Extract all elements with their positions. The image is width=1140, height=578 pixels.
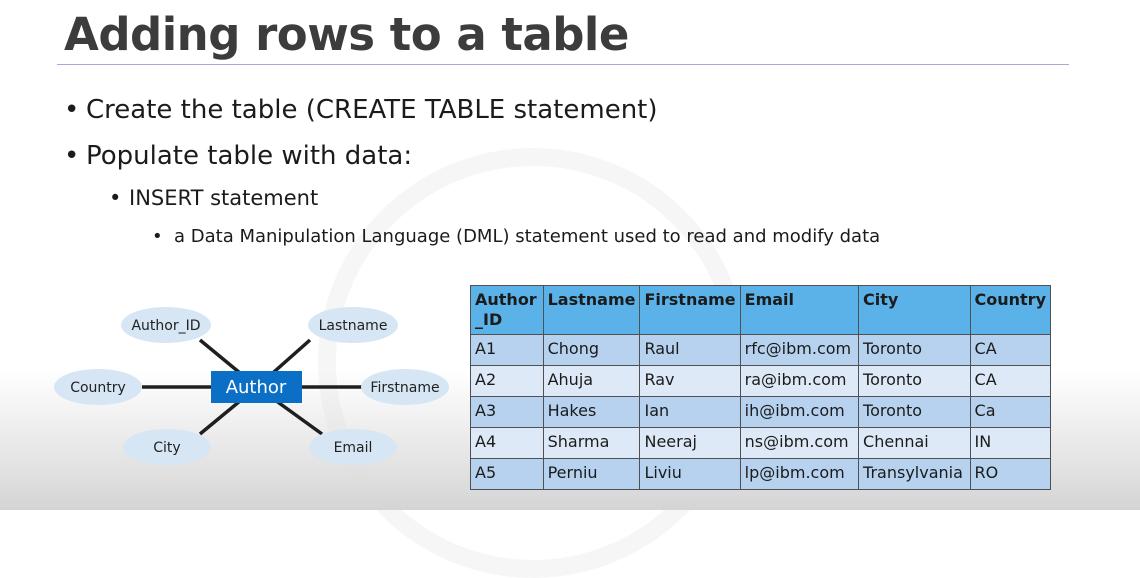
cell-author-id: A3 [470, 396, 544, 428]
cell-email: lp@ibm.com [739, 458, 860, 490]
cell-country: RO [969, 458, 1052, 490]
cell-author-id: A1 [470, 334, 544, 366]
er-diagram: Author_ID Lastname Country Firstname Cit… [54, 307, 449, 465]
cell-email: ns@ibm.com [739, 427, 860, 459]
cell-firstname: Liviu [639, 458, 741, 490]
cell-lastname: Perniu [542, 458, 641, 490]
cell-firstname: Ian [639, 396, 741, 428]
table-row: A1 Chong Raul rfc@ibm.com Toronto CA [470, 334, 1052, 366]
column-header-author-id: Author _ID [470, 285, 544, 335]
cell-city: Toronto [858, 365, 971, 397]
attribute-label: Author_ID [131, 318, 200, 334]
entity-label: Author [226, 377, 287, 398]
cell-author-id: A4 [470, 427, 544, 459]
attribute-email: Email [309, 429, 397, 465]
cell-lastname: Chong [542, 334, 641, 366]
attribute-country: Country [54, 369, 142, 405]
cell-email: ra@ibm.com [739, 365, 860, 397]
cell-country: Ca [969, 396, 1052, 428]
column-header-city: City [858, 285, 971, 335]
cell-lastname: Sharma [542, 427, 641, 459]
attribute-label: City [153, 440, 180, 456]
header-author-id-label: Author _ID [475, 290, 537, 329]
authors-table: Author _ID Lastname Firstname Email City … [470, 285, 1052, 490]
cell-firstname: Neeraj [639, 427, 741, 459]
cell-lastname: Ahuja [542, 365, 641, 397]
attribute-label: Firstname [370, 380, 439, 396]
table-header-row: Author _ID Lastname Firstname Email City … [470, 285, 1052, 335]
cell-city: Transylvania [858, 458, 971, 490]
cell-firstname: Rav [639, 365, 741, 397]
column-header-firstname: Firstname [639, 285, 741, 335]
cell-author-id: A5 [470, 458, 544, 490]
cell-country: CA [969, 334, 1052, 366]
cell-city: Toronto [858, 396, 971, 428]
cell-country: CA [969, 365, 1052, 397]
table-row: A2 Ahuja Rav ra@ibm.com Toronto CA [470, 365, 1052, 397]
entity-author: Author [211, 371, 302, 403]
cell-email: rfc@ibm.com [739, 334, 860, 366]
column-header-email: Email [739, 285, 860, 335]
table-row: A5 Perniu Liviu lp@ibm.com Transylvania … [470, 458, 1052, 490]
attribute-author-id: Author_ID [121, 307, 211, 343]
column-header-lastname: Lastname [542, 285, 641, 335]
cell-city: Toronto [858, 334, 971, 366]
attribute-label: Lastname [319, 318, 388, 334]
cell-email: ih@ibm.com [739, 396, 860, 428]
cell-lastname: Hakes [542, 396, 641, 428]
attribute-label: Email [334, 440, 373, 456]
table-row: A4 Sharma Neeraj ns@ibm.com Chennai IN [470, 427, 1052, 459]
attribute-firstname: Firstname [361, 369, 449, 405]
table-row: A3 Hakes Ian ih@ibm.com Toronto Ca [470, 396, 1052, 428]
column-header-country: Country [969, 285, 1052, 335]
cell-author-id: A2 [470, 365, 544, 397]
cell-country: IN [969, 427, 1052, 459]
attribute-label: Country [70, 380, 126, 396]
cell-city: Chennai [858, 427, 971, 459]
attribute-city: City [123, 429, 211, 465]
cell-firstname: Raul [639, 334, 741, 366]
attribute-lastname: Lastname [308, 307, 398, 343]
